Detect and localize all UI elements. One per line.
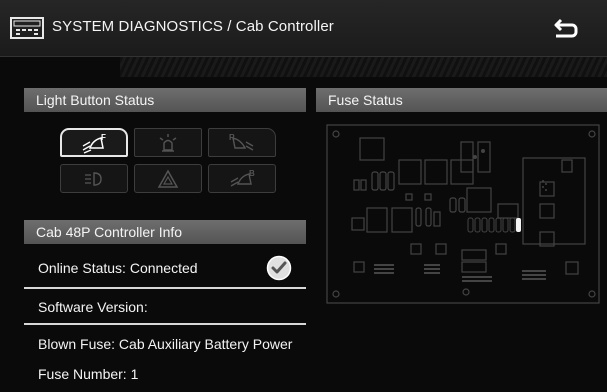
check-circle-icon: [266, 255, 292, 281]
page-title: SYSTEM DIAGNOSTICS / Cab Controller: [52, 18, 334, 35]
headlight-icon: [85, 171, 102, 186]
light-button-grid: F R B: [60, 128, 276, 194]
fuse-number-row: Fuse Number: 1: [38, 366, 139, 382]
software-version-row: Software Version:: [38, 299, 148, 315]
diagnostics-module-icon: [10, 17, 44, 39]
online-status-row: Online Status: Connected: [38, 260, 198, 276]
hazard-warning-icon: [157, 168, 179, 188]
decorative-stripe: [120, 57, 607, 77]
fuse-board-diagram: [326, 124, 600, 304]
boom-work-light-button[interactable]: B: [208, 164, 276, 193]
svg-text:F: F: [101, 133, 106, 142]
headlight-button[interactable]: [60, 164, 128, 193]
white-fuse-indicator: [516, 218, 521, 232]
divider: [24, 323, 306, 325]
rear-work-light-icon: R: [229, 133, 254, 151]
beacon-light-button[interactable]: [134, 128, 202, 157]
svg-text:R: R: [229, 133, 235, 142]
boom-work-light-icon: B: [230, 169, 255, 187]
controller-info-header: Cab 48P Controller Info: [24, 220, 306, 244]
back-button[interactable]: [546, 10, 586, 46]
light-button-status-header: Light Button Status: [24, 88, 306, 112]
front-work-light-button[interactable]: F: [60, 128, 128, 157]
front-work-light-icon: F: [82, 133, 106, 154]
fuse-status-header: Fuse Status: [316, 88, 607, 112]
hazard-warning-button[interactable]: [134, 164, 202, 193]
svg-text:B: B: [249, 169, 255, 178]
rear-work-light-button[interactable]: R: [208, 128, 276, 157]
return-arrow-icon: [554, 18, 578, 38]
beacon-light-icon: [159, 133, 177, 152]
title-bar: SYSTEM DIAGNOSTICS / Cab Controller: [0, 0, 607, 57]
